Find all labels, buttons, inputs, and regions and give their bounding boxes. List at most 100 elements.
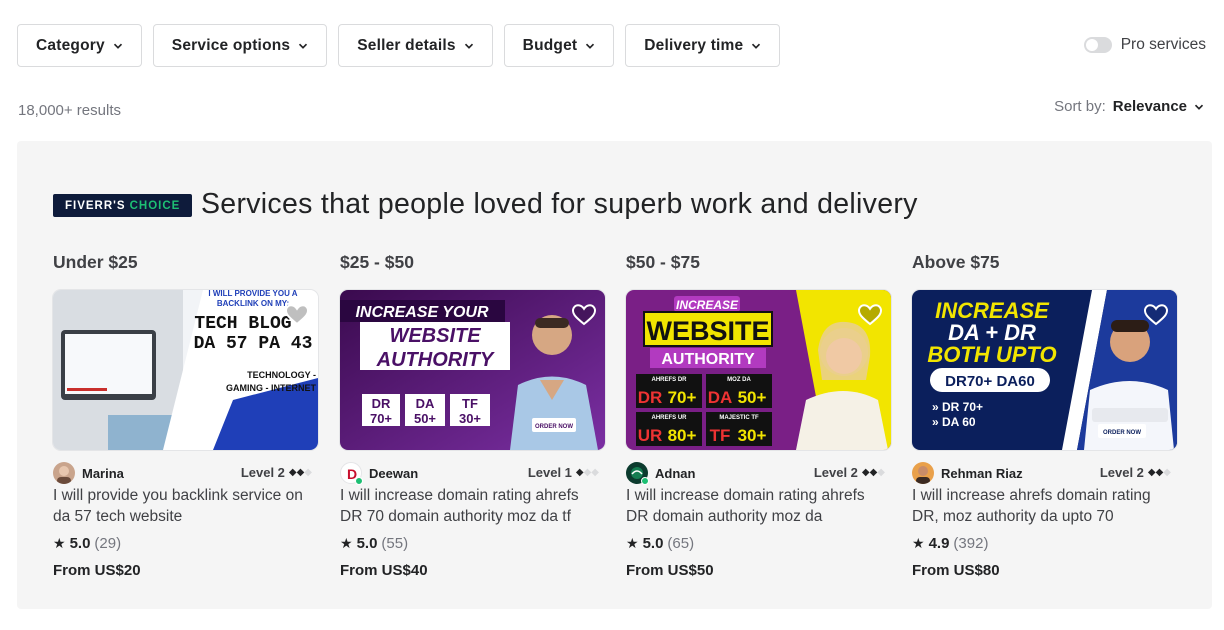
gig-card-50-75: $50 - $75 INCREASE WEBSITE AUTHORITY AHR… [626, 252, 891, 579]
seller-level-label: Level 2 [240, 465, 285, 480]
thumb-c4-label: MAJESTIC TF [719, 415, 759, 421]
sort-control[interactable]: Sort by: Relevance [1054, 98, 1204, 115]
chevron-down-icon [1194, 104, 1204, 110]
rating-score: 4.9 [928, 535, 950, 552]
level-diamonds-icon: ◆◆◆ [288, 467, 312, 478]
pro-services-toggle-group: Pro services [1083, 36, 1206, 54]
gig-title-link[interactable]: I will increase domain rating ahrefs DR … [340, 485, 602, 527]
seller-name[interactable]: Adnan [655, 466, 695, 481]
thumb-metric-3a: TF [462, 396, 478, 411]
online-status-dot [641, 477, 649, 485]
thumb-metric-3b: 30+ [459, 411, 481, 426]
gig-thumbnail[interactable]: INCREASE DA + DR BOTH UPTO DR70+ DA60 » … [912, 290, 1177, 450]
thumb-tag-2: GAMING - INTERNET [226, 383, 316, 393]
price-range-heading: Above $75 [912, 252, 1000, 272]
gig-thumbnail[interactable]: INCREASE YOUR WEBSITE AUTHORITY DR 70+ D… [340, 290, 605, 450]
seller-row: D Deewan Level 1 ◆◆◆ [340, 462, 605, 485]
thumb-bullet-2: » DA 60 [932, 415, 976, 429]
gig-title-link[interactable]: I will provide you backlink service on d… [53, 485, 315, 527]
price-range-heading: Under $25 [53, 252, 138, 272]
seller-level-label: Level 2 [813, 465, 858, 480]
avatar[interactable] [912, 462, 934, 484]
review-count: (392) [953, 535, 989, 552]
gig-thumbnail-art: INCREASE WEBSITE AUTHORITY AHREFS DR DR … [626, 290, 891, 450]
thumb-metric-2a: DA [416, 396, 435, 411]
thumb-line-3: AUTHORITY [661, 351, 755, 368]
gig-thumbnail[interactable]: I WILL PROVIDE YOU A BACKLINK ON MY: TEC… [53, 290, 318, 450]
seller-row: Rehman Riaz Level 2 ◆◆◆ [912, 462, 1177, 484]
gig-card-above-75: Above $75 INCREASE DA + DR BOTH UPTO DR7… [912, 252, 1177, 579]
badge-text-green: CHOICE [129, 199, 181, 212]
seller-name[interactable]: Marina [82, 466, 124, 481]
results-count: 18,000+ results [18, 102, 121, 119]
seller-row: Marina Level 2 ◆◆◆ [53, 462, 318, 484]
favorite-heart-icon[interactable] [856, 301, 884, 329]
gig-thumbnail-art: INCREASE YOUR WEBSITE AUTHORITY DR 70+ D… [340, 290, 605, 450]
gig-title-link[interactable]: I will increase ahrefs domain rating DR,… [912, 485, 1174, 527]
price-range-heading: $25 - $50 [340, 252, 414, 272]
badge-text: FIVERR'S [65, 199, 126, 212]
favorite-heart-icon[interactable] [1142, 301, 1170, 329]
star-icon: ★ [53, 535, 66, 551]
thumb-c3-label: AHREFS UR [651, 415, 687, 421]
thumb-cta: ORDER NOW [1103, 430, 1141, 436]
gig-title-link[interactable]: I will increase domain rating ahrefs DR … [626, 485, 888, 527]
level-diamonds-icon: ◆◆◆ [861, 467, 885, 478]
filter-delivery-time-button[interactable]: Delivery time [625, 24, 781, 67]
seller-row: Adnan Level 2 ◆◆◆ [626, 462, 891, 485]
filter-label: Service options [171, 36, 291, 54]
chevron-down-icon [752, 43, 761, 49]
thumb-line-2: WEBSITE [389, 325, 481, 347]
level-diamonds-icon: ◆◆◆ [575, 467, 599, 478]
rating-score: 5.0 [642, 535, 664, 552]
thumb-c2: DA [708, 388, 733, 407]
filter-label: Seller details [357, 36, 456, 54]
review-count: (65) [667, 535, 695, 552]
gig-price: From US$50 [626, 562, 714, 579]
thumb-header-2: BACKLINK ON MY: [217, 299, 289, 308]
thumb-line-1: INCREASE YOUR [355, 304, 489, 321]
rating: ★ 5.0 (65) [626, 535, 891, 552]
rating: ★ 5.0 (55) [340, 535, 605, 552]
filter-category-button[interactable]: Category [17, 24, 142, 67]
rating-score: 5.0 [69, 535, 91, 552]
fiverrs-choice-badge: FIVERR'S CHOICE [53, 194, 193, 217]
seller-level: Level 2 ◆◆◆ [241, 465, 312, 480]
thumb-line-1: TECH BLOG [194, 314, 291, 334]
favorite-heart-icon[interactable] [283, 301, 311, 329]
chevron-down-icon [113, 43, 122, 49]
seller-name[interactable]: Rehman Riaz [941, 466, 1023, 481]
favorite-heart-icon[interactable] [570, 301, 598, 329]
thumb-line-4: DR70+ DA60 [945, 373, 1035, 390]
filter-service-options-button[interactable]: Service options [152, 24, 328, 67]
seller-level: Level 1 ◆◆◆ [528, 465, 599, 480]
rating-score: 5.0 [356, 535, 378, 552]
gig-card-25-50: $25 - $50 INCREASE YOUR WEBSITE AUTHORIT… [340, 252, 605, 579]
thumb-c1-value: 70+ [668, 388, 697, 407]
filter-bar: Category Service options Seller details … [17, 24, 781, 67]
filter-seller-details-button[interactable]: Seller details [338, 24, 493, 67]
star-icon: ★ [340, 535, 353, 551]
panel-title: Services that people loved for superb wo… [201, 188, 918, 220]
sort-label: Sort by: [1054, 98, 1106, 115]
thumb-c4-value: 30+ [738, 426, 767, 445]
thumb-c2-label: MOZ DA [727, 377, 751, 383]
filter-budget-button[interactable]: Budget [503, 24, 615, 67]
thumb-line-2: DA 57 PA 43 [194, 334, 313, 354]
gig-thumbnail[interactable]: INCREASE WEBSITE AUTHORITY AHREFS DR DR … [626, 290, 891, 450]
thumb-tag-1: TECHNOLOGY - [247, 370, 316, 380]
avatar[interactable] [53, 462, 75, 484]
thumb-header-1: I WILL PROVIDE YOU A [208, 290, 297, 298]
seller-name[interactable]: Deewan [369, 466, 418, 481]
chevron-down-icon [299, 43, 308, 49]
gig-card-under-25: Under $25 I WILL PROVIDE YOU A BACKLINK … [53, 252, 318, 579]
thumb-line-2: WEBSITE [646, 316, 769, 346]
seller-level-label: Level 2 [1099, 465, 1144, 480]
rating: ★ 4.9 (392) [912, 535, 1177, 552]
chevron-down-icon [464, 43, 473, 49]
thumb-metric-1b: 70+ [370, 411, 392, 426]
rating: ★ 5.0 (29) [53, 535, 318, 552]
thumb-metric-2b: 50+ [414, 411, 436, 426]
thumb-line-1: INCREASE [676, 298, 739, 312]
pro-services-toggle[interactable] [1083, 37, 1112, 53]
